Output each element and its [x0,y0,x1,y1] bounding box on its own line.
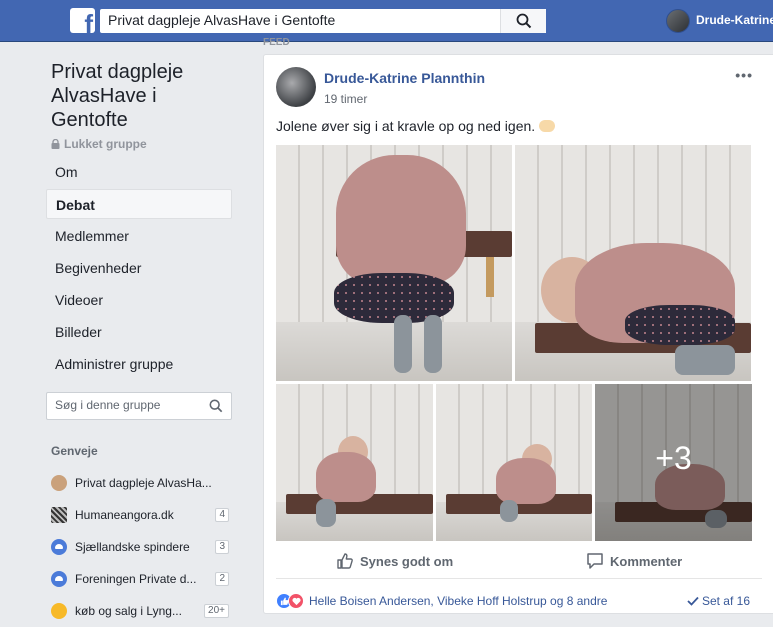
search-icon[interactable] [209,399,223,413]
top-bar: f Privat dagpleje AlvasHave i Gentofte D… [0,0,773,42]
group-search-field[interactable] [46,392,232,420]
nav-item-begivenheder[interactable]: Begivenheder [46,253,232,283]
group-nav: Om Debat Medlemmer Begivenheder Videoer … [46,157,232,381]
post-card: Drude-Katrine Plannthin 19 timer ••• Jol… [263,54,773,614]
post-photo[interactable] [276,145,512,381]
seen-by-link[interactable]: Set af 16 [687,594,750,608]
comment-label: Kommenter [610,553,683,569]
like-label: Synes godt om [360,553,454,569]
flower-icon [51,603,67,619]
shortcut-item[interactable]: Sjællandske spindere 3 [51,531,229,563]
shortcut-count-badge: 20+ [204,604,229,618]
group-privacy: Lukket gruppe [51,137,147,151]
search-button[interactable] [500,9,546,33]
shortcut-item[interactable]: Humaneangora.dk 4 [51,499,229,531]
global-search-value: Privat dagpleje AlvasHave i Gentofte [108,12,336,28]
feed-label: FEED [263,37,290,48]
raised-hands-emoji-icon [539,120,556,132]
global-search-input[interactable]: Privat dagpleje AlvasHave i Gentofte [100,9,546,33]
shortcuts-list: Privat dagpleje AlvasHa... Humaneangora.… [51,467,229,627]
like-button[interactable]: Synes godt om [336,552,453,570]
checkmark-icon [687,596,699,606]
group-search-input[interactable] [55,398,205,412]
post-photo[interactable] [515,145,751,381]
comment-icon [587,553,603,569]
post-photo[interactable] [436,384,592,541]
author-avatar[interactable] [276,67,316,107]
shortcut-label: Privat dagpleje AlvasHa... [75,476,212,490]
reactions-names-link[interactable]: Helle Boisen Andersen, Vibeke Hoff Holst… [309,594,607,608]
thumbs-up-icon [337,553,353,569]
comment-button[interactable]: Kommenter [586,552,682,570]
user-name-link[interactable]: Drude-Katrine [696,13,773,27]
reactions-bar: Helle Boisen Andersen, Vibeke Hoff Holst… [276,587,762,615]
post-photo[interactable] [276,384,433,541]
post-text-body: Jolene øver sig i at kravle op og ned ig… [276,118,536,134]
group-icon [51,571,67,587]
nav-item-videoer[interactable]: Videoer [46,285,232,315]
post-text: Jolene øver sig i at kravle op og ned ig… [276,118,556,134]
shortcut-count-badge: 4 [215,508,229,522]
post-actions: Synes godt om Kommenter [276,547,762,579]
search-icon [516,13,532,29]
nav-item-om[interactable]: Om [46,157,232,187]
logo-letter: f [84,9,93,33]
nav-item-debat[interactable]: Debat [46,189,232,219]
nav-item-billeder[interactable]: Billeder [46,317,232,347]
user-avatar[interactable] [666,9,690,33]
shortcut-label: Sjællandske spindere [75,540,190,554]
shortcut-item[interactable]: Foreningen Private d... 2 [51,563,229,595]
photo-icon [51,507,67,523]
group-icon [51,539,67,555]
post-photo-more[interactable]: +3 [595,384,752,541]
shortcut-count-badge: 3 [215,540,229,554]
seen-by-label: Set af 16 [701,594,750,608]
lock-icon [51,139,60,149]
shortcut-label: Foreningen Private d... [75,572,197,586]
more-options-icon[interactable]: ••• [735,67,753,83]
love-reaction-icon[interactable] [288,593,304,609]
shortcut-count-badge: 2 [215,572,229,586]
more-photos-count: +3 [655,440,692,476]
post-timestamp[interactable]: 19 timer [324,92,367,106]
teddy-icon [51,475,67,491]
group-title[interactable]: Privat dagpleje AlvasHave i Gentofte [51,60,231,132]
shortcut-label: køb og salg i Lyng... [75,604,182,618]
shortcut-item[interactable]: køb og salg i Lyng... 20+ [51,595,229,627]
nav-item-administrer-gruppe[interactable]: Administrer gruppe [46,349,232,379]
facebook-logo-icon[interactable]: f [70,8,95,33]
privacy-label: Lukket gruppe [64,137,147,151]
nav-item-medlemmer[interactable]: Medlemmer [46,221,232,251]
shortcuts-heading: Genveje [51,444,98,458]
shortcut-item[interactable]: Privat dagpleje AlvasHa... [51,467,229,499]
post-author-link[interactable]: Drude-Katrine Plannthin [324,70,485,86]
shortcut-label: Humaneangora.dk [75,508,174,522]
